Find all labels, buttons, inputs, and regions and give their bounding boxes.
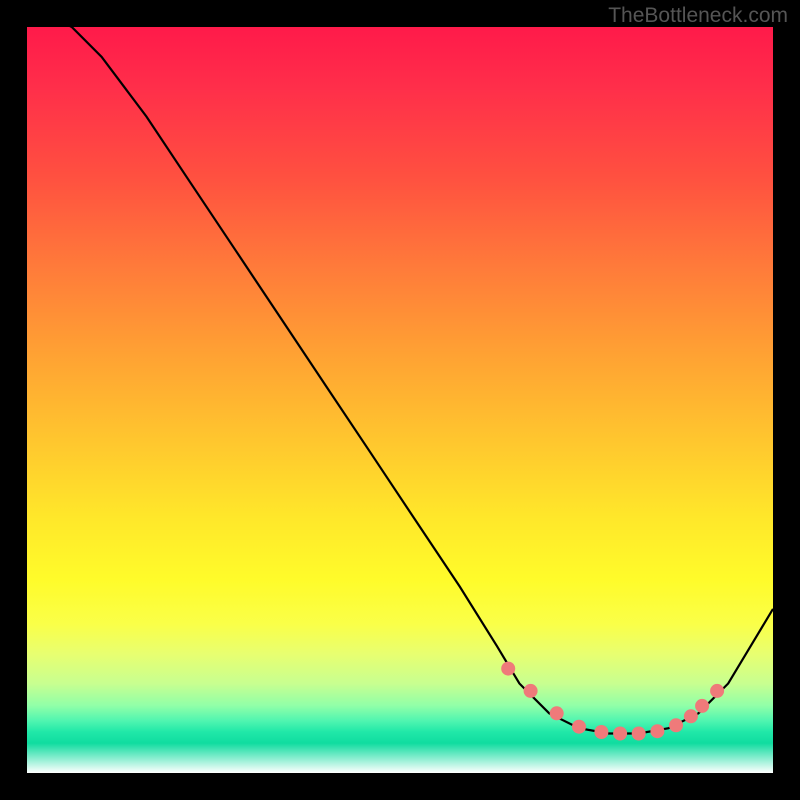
chart-plot-area xyxy=(27,27,773,773)
marker-dot xyxy=(524,684,538,698)
marker-dot xyxy=(594,725,608,739)
marker-dot xyxy=(501,662,515,676)
marker-dots xyxy=(501,662,724,741)
marker-dot xyxy=(695,699,709,713)
marker-dot xyxy=(669,718,683,732)
marker-dot xyxy=(632,727,646,741)
marker-dot xyxy=(550,706,564,720)
marker-dot xyxy=(710,684,724,698)
marker-dot xyxy=(572,720,586,734)
watermark-text: TheBottleneck.com xyxy=(608,4,788,28)
marker-dot xyxy=(684,709,698,723)
marker-dot xyxy=(650,724,664,738)
chart-svg xyxy=(27,27,773,773)
marker-dot xyxy=(613,727,627,741)
curve-line xyxy=(27,27,773,734)
